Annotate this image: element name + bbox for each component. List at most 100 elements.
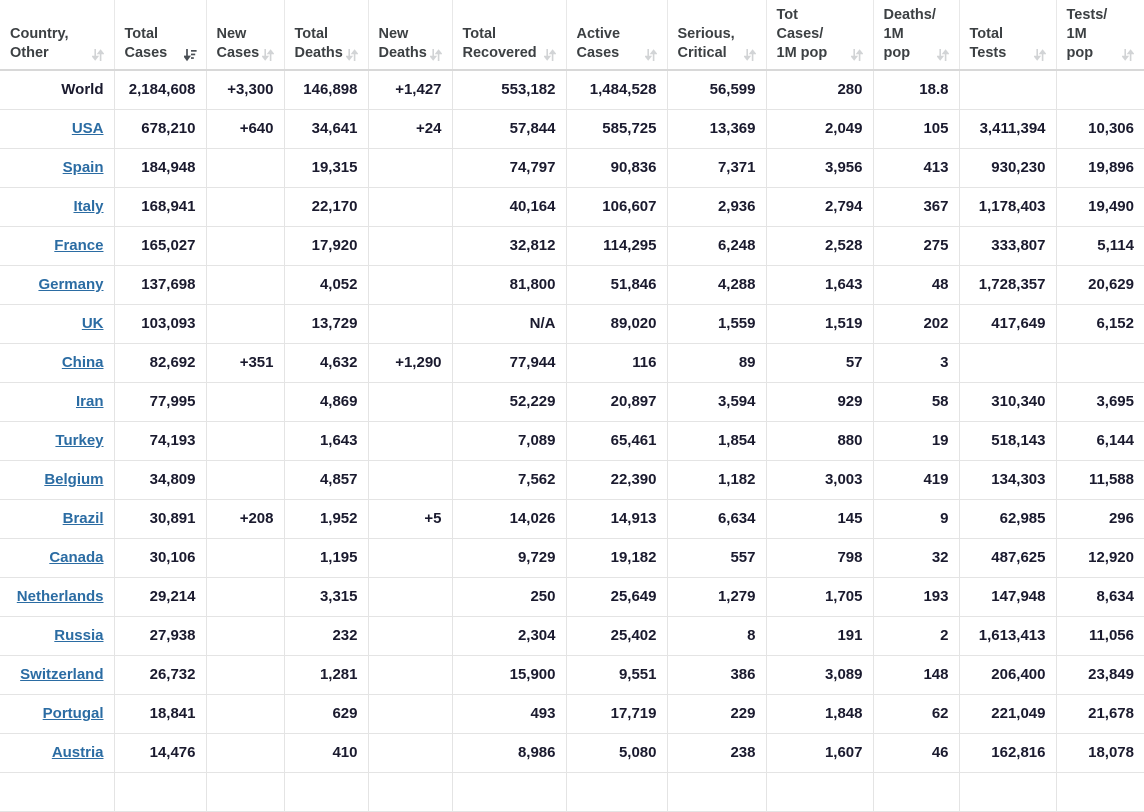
cell-serious_critical <box>666 772 767 812</box>
sort-both-icon[interactable] <box>261 48 274 62</box>
cell-total_deaths: 13,729 <box>283 304 369 344</box>
cell-serious_critical: 13,369 <box>666 109 767 149</box>
table-row: France 165,027 17,920 32,812 114,295 6,248 2,5… <box>0 226 1144 266</box>
cell-country[interactable]: Switzerland <box>0 655 115 695</box>
world-summary-row: World 2,184,608 +3,300 146,898 +1,427 553,182… <box>0 70 1144 110</box>
sort-both-icon[interactable] <box>936 48 949 62</box>
cell-deaths_per_1m: 419 <box>872 460 960 500</box>
country-link-switzerland[interactable]: Switzerland <box>20 666 103 683</box>
column-header-total_deaths[interactable]: Total Deaths <box>283 0 369 71</box>
column-header-new_deaths[interactable]: New Deaths <box>367 0 453 71</box>
column-header-serious_critical[interactable]: Serious, Critical <box>666 0 767 71</box>
cell-country[interactable]: Iran <box>0 382 115 422</box>
sort-both-icon[interactable] <box>644 48 657 62</box>
cell-total_deaths: 4,857 <box>283 460 369 500</box>
cell-country[interactable]: Turkey <box>0 421 115 461</box>
cell-new_deaths <box>367 421 453 461</box>
cell-new_deaths <box>367 265 453 305</box>
column-header-total_recovered[interactable]: Total Recovered <box>451 0 567 71</box>
cell-country[interactable]: China <box>0 343 115 383</box>
cell-country[interactable]: Brazil <box>0 499 115 539</box>
cell-country[interactable]: UK <box>0 304 115 344</box>
sort-both-icon[interactable] <box>743 48 756 62</box>
cell-serious_critical: 229 <box>666 694 767 734</box>
cell-total_tests: 417,649 <box>958 304 1057 344</box>
cell-cases_per_1m: 1,705 <box>765 577 874 617</box>
cell-country[interactable]: Russia <box>0 616 115 656</box>
cell-total_deaths: 34,641 <box>283 109 369 149</box>
cell-country[interactable]: Belgium <box>0 460 115 500</box>
sort-both-icon[interactable] <box>543 48 556 62</box>
country-link-france[interactable]: France <box>54 237 103 254</box>
country-link-turkey[interactable]: Turkey <box>55 432 103 449</box>
header-line2: Other <box>10 45 49 61</box>
column-header-deaths_per_1m[interactable]: Deaths/1M pop <box>872 0 960 71</box>
sort-both-icon[interactable] <box>91 48 104 62</box>
sort-both-icon[interactable] <box>1033 48 1046 62</box>
country-link-italy[interactable]: Italy <box>73 198 103 215</box>
cell-total_tests: 62,985 <box>958 499 1057 539</box>
cell-country[interactable]: Portugal <box>0 694 115 734</box>
column-header-total_tests[interactable]: Total Tests <box>958 0 1057 71</box>
cell-country[interactable]: Spain <box>0 148 115 188</box>
cell-country[interactable]: Italy <box>0 187 115 227</box>
sort-both-icon[interactable] <box>345 48 358 62</box>
column-header-total_cases[interactable]: Total Cases <box>113 0 207 71</box>
column-header-label-deaths_per_1m: Deaths/1M pop <box>884 6 949 63</box>
country-link-netherlands[interactable]: Netherlands <box>17 588 104 605</box>
cell-new_deaths: +1,427 <box>367 70 453 110</box>
column-header-label-country: Country, Other <box>10 25 104 63</box>
cell-active_cases: 51,846 <box>565 265 668 305</box>
cell-deaths_per_1m: 193 <box>872 577 960 617</box>
country-link-usa[interactable]: USA <box>72 120 104 137</box>
cell-serious_critical: 7,371 <box>666 148 767 188</box>
column-header-cases_per_1m[interactable]: Tot Cases/1M pop <box>765 0 874 71</box>
cell-country[interactable]: France <box>0 226 115 266</box>
column-header-label-total_tests: Total Tests <box>970 25 1046 63</box>
cell-active_cases: 90,836 <box>565 148 668 188</box>
cell-deaths_per_1m: 19 <box>872 421 960 461</box>
sort-both-icon[interactable] <box>1122 48 1134 62</box>
header-line2: Cases <box>216 45 260 61</box>
cell-country[interactable]: USA <box>0 109 115 149</box>
country-link-canada[interactable]: Canada <box>49 549 103 566</box>
cell-cases_per_1m: 280 <box>765 70 874 110</box>
country-link-brazil[interactable]: Brazil <box>63 510 104 527</box>
cell-total_deaths: 4,052 <box>283 265 369 305</box>
cell-total_tests: 930,230 <box>958 148 1057 188</box>
country-link-germany[interactable]: Germany <box>38 276 103 293</box>
cell-tests_per_1m: 10,306 <box>1055 109 1144 149</box>
cell-serious_critical: 3,594 <box>666 382 767 422</box>
country-link-russia[interactable]: Russia <box>54 627 103 644</box>
cell-total_tests: 162,816 <box>958 733 1057 773</box>
country-link-uk[interactable]: UK <box>82 315 104 332</box>
cell-country[interactable]: Germany <box>0 265 115 305</box>
cell-tests_per_1m: 18,078 <box>1055 733 1144 773</box>
country-link-portugal[interactable]: Portugal <box>43 705 104 722</box>
cell-deaths_per_1m <box>872 772 960 812</box>
cell-active_cases: 25,649 <box>565 577 668 617</box>
column-header-new_cases[interactable]: New Cases <box>205 0 285 71</box>
country-link-spain[interactable]: Spain <box>63 159 104 176</box>
cell-country[interactable]: Austria <box>0 733 115 773</box>
cell-country[interactable]: Netherlands <box>0 577 115 617</box>
table-row: Belgium 34,809 4,857 7,562 22,390 1,182 3,003 4… <box>0 460 1144 500</box>
cell-deaths_per_1m: 32 <box>872 538 960 578</box>
cell-new_deaths <box>367 382 453 422</box>
country-link-china[interactable]: China <box>62 354 104 371</box>
country-link-belgium[interactable]: Belgium <box>44 471 103 488</box>
table-row: Netherlands 29,214 3,315 250 25,649 1,279 1,70… <box>0 577 1144 617</box>
country-link-austria[interactable]: Austria <box>52 744 104 761</box>
sort-both-icon[interactable] <box>429 48 442 62</box>
column-header-country[interactable]: Country, Other <box>0 0 115 71</box>
cell-total_recovered: 74,797 <box>451 148 567 188</box>
column-header-active_cases[interactable]: Active Cases <box>565 0 668 71</box>
sort-descending-icon[interactable] <box>183 48 197 62</box>
country-link-iran[interactable]: Iran <box>76 393 104 410</box>
header-line1: Country, <box>10 26 69 42</box>
sort-both-icon[interactable] <box>850 48 863 62</box>
column-header-tests_per_1m[interactable]: Tests/1M pop <box>1055 0 1144 71</box>
cell-total_recovered: 8,986 <box>451 733 567 773</box>
cell-country[interactable]: Canada <box>0 538 115 578</box>
cell-total_cases: 14,476 <box>113 733 207 773</box>
